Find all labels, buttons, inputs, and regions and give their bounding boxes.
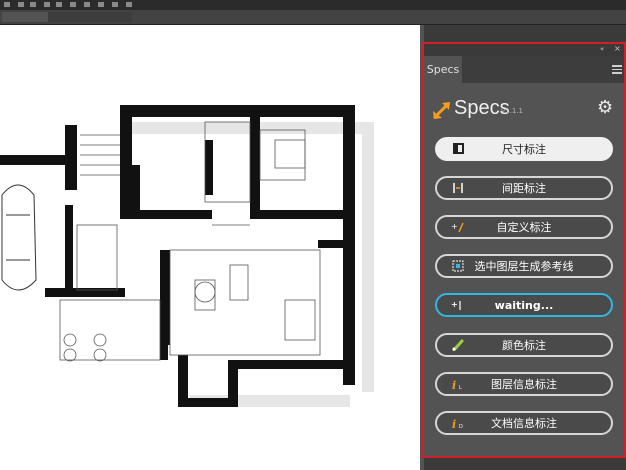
custom-annotation-button[interactable]: + 自定义标注 — [435, 215, 613, 239]
color-picker-icon — [451, 339, 465, 352]
svg-text:+: + — [451, 222, 458, 231]
layer-info-icon: iL — [451, 378, 465, 392]
button-label: 自定义标注 — [496, 221, 552, 234]
floor-plan-drawing — [0, 105, 374, 407]
tool-icon[interactable] — [112, 2, 118, 7]
spacing-icon — [451, 182, 465, 194]
spacing-annotation-button[interactable]: 间距标注 — [435, 176, 613, 200]
tool-icon[interactable] — [18, 2, 24, 7]
button-label: 颜色标注 — [502, 339, 546, 352]
tab-specs[interactable]: Specs — [424, 56, 462, 83]
tool-icon[interactable] — [98, 2, 104, 7]
guide-icon — [451, 260, 465, 272]
document-tab[interactable] — [90, 12, 132, 22]
tool-icon[interactable] — [56, 2, 62, 7]
tool-icon[interactable] — [30, 2, 36, 7]
tool-icon[interactable] — [126, 2, 132, 7]
close-icon[interactable]: × — [614, 44, 621, 53]
button-label: 选中图层生成参考线 — [474, 260, 574, 273]
dimension-annotation-button[interactable]: 尺寸标注 — [435, 137, 613, 161]
waiting-icon: + — [451, 299, 465, 311]
panel-header — [424, 44, 624, 56]
car-outline — [1, 184, 37, 291]
document-canvas[interactable] — [0, 25, 420, 470]
specs-logo-icon — [432, 101, 451, 120]
button-label: 文档信息标注 — [491, 417, 557, 430]
tool-icon[interactable] — [84, 2, 90, 7]
svg-text:+: + — [451, 300, 458, 309]
color-annotation-button[interactable]: 颜色标注 — [435, 333, 613, 357]
document-info-annotation-button[interactable]: iD 文档信息标注 — [435, 411, 613, 435]
button-label: 间距标注 — [502, 182, 546, 195]
tool-icon[interactable] — [4, 2, 10, 7]
svg-text:D: D — [459, 424, 463, 429]
menu-bar — [0, 0, 626, 10]
button-label: 图层信息标注 — [491, 378, 557, 391]
panel-menu-icon[interactable] — [612, 65, 622, 74]
dimension-icon — [451, 143, 465, 155]
tool-icon[interactable] — [70, 2, 76, 7]
waiting-button[interactable]: + waiting... — [435, 293, 613, 317]
button-label: 尺寸标注 — [502, 143, 546, 156]
document-info-icon: iD — [451, 417, 465, 431]
svg-text:i: i — [452, 418, 456, 429]
button-label: waiting... — [494, 298, 554, 312]
tool-icon[interactable] — [44, 2, 50, 7]
custom-annotation-icon: + — [451, 221, 465, 233]
layer-info-annotation-button[interactable]: iL 图层信息标注 — [435, 372, 613, 396]
gear-icon[interactable]: ⚙ — [597, 98, 613, 118]
document-tab[interactable] — [48, 12, 90, 22]
document-tab-active[interactable] — [2, 12, 48, 22]
collapse-panel-icon[interactable]: « — [600, 45, 604, 53]
svg-text:L: L — [459, 385, 462, 390]
generate-guides-button[interactable]: 选中图层生成参考线 — [435, 254, 613, 278]
version-label: v1.1.1 — [501, 107, 523, 115]
svg-text:i: i — [452, 379, 456, 390]
